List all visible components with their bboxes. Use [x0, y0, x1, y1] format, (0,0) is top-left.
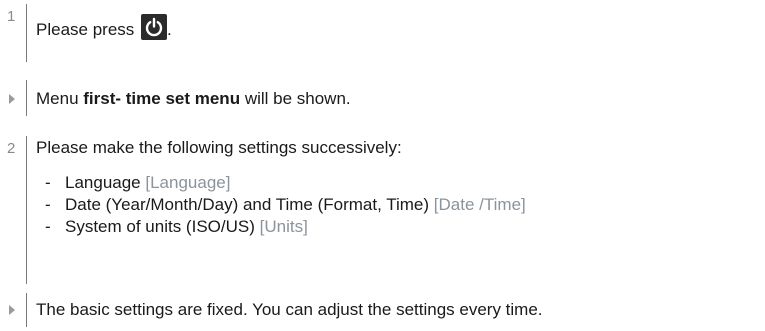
list-dash: -	[45, 195, 51, 214]
result-1-text-before: Menu	[36, 89, 79, 108]
step-number-1: 1	[7, 8, 16, 25]
step-divider	[26, 293, 27, 327]
step-divider	[26, 4, 27, 62]
setting-label: Date (Year/Month/Day) and Time (Format, …	[65, 195, 430, 214]
power-icon	[141, 14, 168, 40]
step-divider	[26, 80, 27, 116]
result-2-text: The basic settings are fixed. You can ad…	[36, 300, 543, 319]
step-1-text-before: Please press	[36, 20, 135, 39]
setting-reference: [Date /Time]	[433, 195, 526, 214]
step-1-text: Please press .	[36, 14, 172, 42]
list-dash: -	[45, 217, 51, 236]
step-number-2: 2	[7, 140, 16, 157]
menu-name: first- time set menu	[83, 89, 241, 108]
list-dash: -	[45, 173, 51, 192]
result-triangle-icon	[9, 305, 15, 315]
setting-label: Language	[65, 173, 141, 192]
setting-reference: [Units]	[259, 217, 308, 236]
settings-list-item: - System of units (ISO/US) [Units]	[45, 215, 308, 239]
settings-list-item: - Date (Year/Month/Day) and Time (Format,…	[45, 193, 526, 217]
settings-list-item: - Language [Language]	[45, 171, 230, 195]
step-divider	[26, 136, 27, 284]
setting-label: System of units (ISO/US)	[65, 217, 255, 236]
result-1-text: Menu first- time set menu will be shown.	[36, 87, 351, 111]
step-2-text: Please make the following settings succe…	[36, 138, 402, 157]
step-1-text-after: .	[167, 20, 172, 39]
result-triangle-icon	[9, 94, 15, 104]
result-1-text-after: will be shown.	[244, 89, 351, 108]
setting-reference: [Language]	[145, 173, 231, 192]
